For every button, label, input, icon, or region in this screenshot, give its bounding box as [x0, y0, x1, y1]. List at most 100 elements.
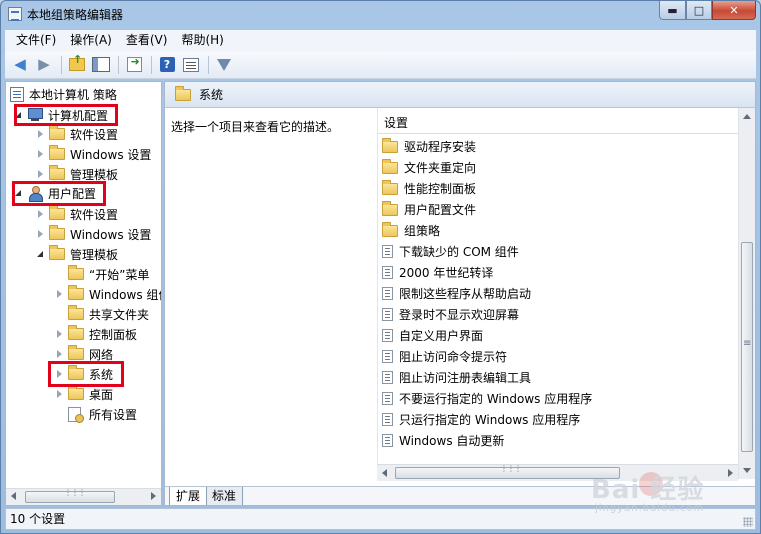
resize-grip-icon[interactable] [743, 517, 753, 527]
toolbar-separator [151, 55, 152, 74]
list-item[interactable]: 阻止访问注册表编辑工具 [382, 367, 531, 388]
scroll-thumb[interactable] [395, 464, 620, 479]
toolbar-separator [208, 55, 209, 74]
policy-setting-icon [382, 392, 393, 405]
tree-item-software-settings[interactable]: 软件设置 [36, 124, 118, 144]
list-item[interactable]: 2000 年世纪转译 [382, 262, 493, 283]
back-button[interactable]: ◀ [9, 54, 31, 76]
policy-setting-icon [382, 434, 393, 447]
tree-item-windows-components[interactable]: Windows 组件 [55, 284, 161, 304]
minimize-button[interactable]: ▬ [659, 1, 686, 20]
scroll-up-icon[interactable] [743, 114, 751, 119]
toolbar-separator [61, 55, 62, 74]
scroll-thumb[interactable] [25, 488, 115, 503]
toolbar: ◀ ▶ ? [5, 51, 756, 79]
tree-item-shared-folders[interactable]: 共享文件夹 [55, 304, 149, 324]
tree-item-all-settings[interactable]: 所有设置 [55, 404, 137, 424]
list-item-label: 用户配置文件 [404, 203, 477, 217]
tab-standard[interactable]: 标准 [205, 487, 244, 505]
tree-item-control-panel[interactable]: 控制面板 [55, 324, 137, 344]
highlight-box-user-config [12, 181, 106, 206]
tree-horizontal-scrollbar[interactable] [6, 488, 161, 505]
tree-item-user-admin-templates[interactable]: 管理模板 [36, 244, 118, 264]
list-item-label: 下载缺少的 COM 组件 [399, 245, 519, 259]
expand-toggle-icon[interactable] [55, 289, 64, 299]
console-tree: 本地计算机 策略 计算机配置 软件设置 Windows 设置 管理模板 用户配置 [5, 81, 162, 506]
folder-icon [49, 245, 65, 260]
highlight-box-computer-config [14, 104, 118, 126]
scroll-right-icon[interactable] [151, 492, 156, 500]
expand-toggle-icon[interactable] [55, 329, 64, 339]
scroll-left-icon[interactable] [382, 469, 387, 477]
menu-help[interactable]: 帮助(H) [174, 30, 230, 51]
list-item-label: 驱动程序安装 [404, 140, 477, 154]
expand-toggle-icon[interactable] [36, 250, 45, 259]
folder-icon [49, 125, 65, 140]
tree-item-label: 共享文件夹 [89, 307, 150, 322]
tree-item-label: 本地计算机 策略 [29, 87, 117, 102]
properties-button[interactable] [180, 54, 202, 76]
maximize-button[interactable]: □ [686, 1, 712, 20]
list-item[interactable]: 限制这些程序从帮助启动 [382, 283, 531, 304]
up-one-level-button[interactable] [66, 54, 88, 76]
tree-item-desktop[interactable]: 桌面 [55, 384, 113, 404]
tree-item-user-windows-settings[interactable]: Windows 设置 [36, 224, 151, 244]
tree-item-start-menu[interactable]: “开始”菜单 [55, 264, 149, 284]
tree-item-user-software-settings[interactable]: 软件设置 [36, 204, 118, 224]
expand-toggle-icon[interactable] [36, 149, 45, 159]
menu-view[interactable]: 查看(V) [119, 30, 175, 51]
help-button[interactable]: ? [156, 54, 178, 76]
list-item[interactable]: 下载缺少的 COM 组件 [382, 241, 519, 262]
policy-setting-icon [382, 308, 393, 321]
tree-item-label: 管理模板 [70, 167, 119, 182]
title-bar[interactable]: 本地组策略编辑器 ▬ □ ✕ [1, 1, 760, 29]
column-header-setting[interactable]: 设置 [378, 112, 738, 134]
expand-toggle-icon[interactable] [36, 169, 45, 179]
filter-button[interactable] [213, 54, 235, 76]
baidu-watermark: Bai 经验 jingyan.baidu.com [591, 469, 731, 521]
window-title: 本地组策略编辑器 [27, 8, 124, 22]
list-item[interactable]: 用户配置文件 [382, 199, 476, 220]
expand-toggle-icon[interactable] [36, 229, 45, 239]
tree-item-local-policy[interactable]: 本地计算机 策略 [10, 84, 117, 104]
tree-item-label: 管理模板 [70, 247, 119, 262]
tab-extended[interactable]: 扩展 [169, 487, 208, 505]
list-item-label: 限制这些程序从帮助启动 [399, 287, 532, 301]
folder-icon [49, 145, 65, 160]
forward-button[interactable]: ▶ [33, 54, 55, 76]
list-item-label: 组策略 [404, 224, 441, 238]
scroll-down-icon[interactable] [743, 468, 751, 473]
folder-icon [382, 221, 398, 237]
expand-toggle-icon[interactable] [55, 389, 64, 399]
list-item[interactable]: Windows 自动更新 [382, 430, 504, 451]
close-button[interactable]: ✕ [712, 1, 756, 20]
list-item[interactable]: 组策略 [382, 220, 440, 241]
status-text: 10 个设置 [10, 512, 66, 526]
list-item[interactable]: 文件夹重定向 [382, 157, 476, 178]
list-item[interactable]: 阻止访问命令提示符 [382, 346, 507, 367]
scroll-thumb[interactable] [741, 242, 753, 452]
show-hide-tree-button[interactable] [90, 54, 112, 76]
tree-item-label: 所有设置 [89, 407, 138, 422]
expand-toggle-icon[interactable] [55, 349, 64, 359]
list-item-label: 文件夹重定向 [404, 161, 477, 175]
export-list-button[interactable] [123, 54, 145, 76]
scroll-left-icon[interactable] [11, 492, 16, 500]
list-item[interactable]: 不要运行指定的 Windows 应用程序 [382, 388, 592, 409]
list-item[interactable]: 驱动程序安装 [382, 136, 476, 157]
list-item[interactable]: 登录时不显示欢迎屏幕 [382, 304, 519, 325]
main-window: 本地组策略编辑器 ▬ □ ✕ 文件(F) 操作(A) 查看(V) 帮助(H) ◀… [0, 0, 761, 534]
list-item[interactable]: 性能控制面板 [382, 178, 476, 199]
tree-item-label: “开始”菜单 [89, 267, 150, 282]
list-item[interactable]: 只运行指定的 Windows 应用程序 [382, 409, 580, 430]
tree-item-windows-settings[interactable]: Windows 设置 [36, 144, 151, 164]
list-vertical-scrollbar[interactable] [738, 108, 755, 479]
expand-toggle-icon[interactable] [36, 129, 45, 139]
list-item[interactable]: 自定义用户界面 [382, 325, 483, 346]
menu-file[interactable]: 文件(F) [9, 30, 63, 51]
expand-toggle-icon[interactable] [36, 209, 45, 219]
menu-action[interactable]: 操作(A) [63, 30, 119, 51]
folder-icon [382, 137, 398, 153]
details-pane: 系统 选择一个项目来查看它的描述。 设置 驱动程序安装 文件夹重定向 性能控制面… [164, 81, 756, 506]
